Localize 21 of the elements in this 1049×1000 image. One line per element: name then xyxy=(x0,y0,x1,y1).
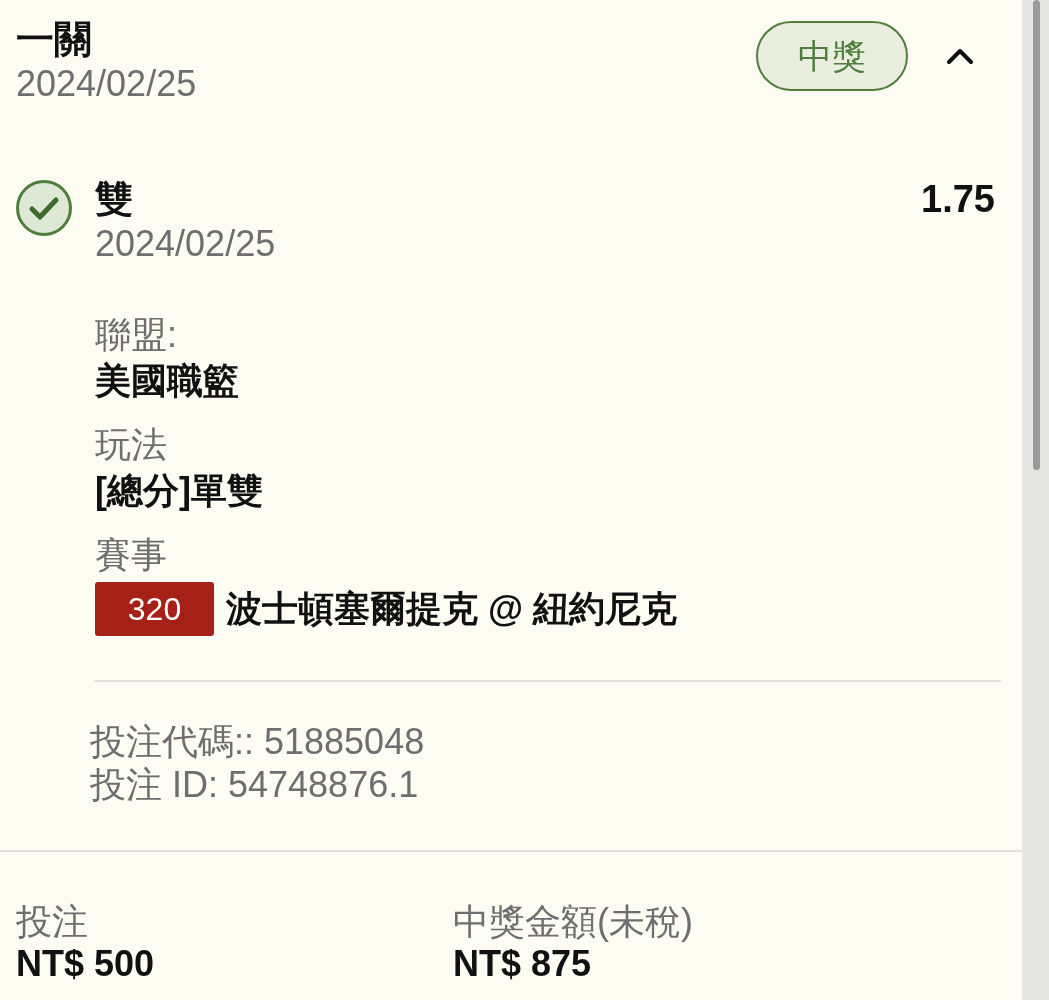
field-label: 玩法 xyxy=(95,423,168,467)
scrollbar-thumb[interactable] xyxy=(1033,0,1040,470)
bet-id-text: 投注 ID: 54748876.1 xyxy=(90,763,420,806)
field-label: 聯盟: xyxy=(95,313,178,357)
field-label: 賽事 xyxy=(95,533,168,577)
match-code-badge: 320 xyxy=(95,582,214,636)
selection-date: 2024/02/25 xyxy=(95,222,277,266)
summary-label: 投注 xyxy=(16,900,89,944)
summary-label: 中獎金額(未稅) xyxy=(453,900,693,944)
result-badge: 中獎 xyxy=(756,21,908,91)
field-value: [總分]單雙 xyxy=(95,469,264,513)
field-value: 美國職籃 xyxy=(95,359,240,403)
selection-pick: 雙 xyxy=(95,177,134,222)
ticket-title: 一關 xyxy=(16,17,93,62)
match-name: 波士頓塞爾提克 @ 紐約尼克 xyxy=(226,587,678,631)
bet-code-text: 投注代碼:: 51885048 xyxy=(90,720,426,763)
ticket-date: 2024/02/25 xyxy=(16,62,197,106)
odds-value: 1.75 xyxy=(921,177,995,222)
caret-icon xyxy=(947,48,973,64)
summary-value: NT$ 500 xyxy=(16,944,156,984)
summary-value: NT$ 875 xyxy=(453,944,593,984)
